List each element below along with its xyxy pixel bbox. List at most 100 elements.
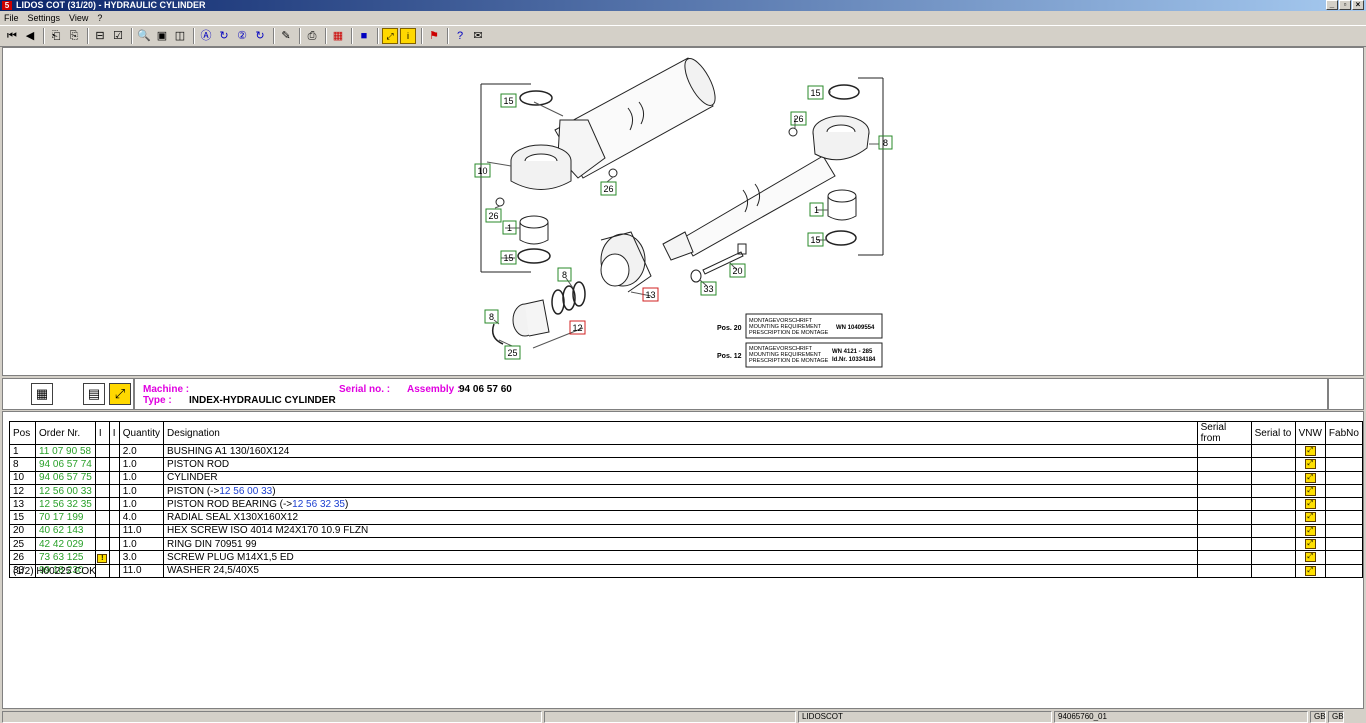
menu-file[interactable]: File [4, 13, 19, 23]
cell-order[interactable]: 73 63 125 [34, 550, 96, 565]
table-row[interactable]: 12 12 56 00 33 1.0 PISTON (->12 56 00 33… [9, 483, 1364, 499]
cell-vnw[interactable]: ⤢ [1294, 497, 1326, 512]
cell-serial-from [1196, 443, 1252, 459]
cell-vnw[interactable]: ⤢ [1294, 510, 1326, 525]
menu-help[interactable]: ? [97, 13, 102, 23]
edit-icon[interactable]: ✎ [278, 28, 294, 44]
vnw-link-icon[interactable]: ⤢ [1304, 512, 1316, 523]
help-icon[interactable]: ? [452, 28, 468, 44]
basket-icon[interactable]: ⊟ [92, 28, 108, 44]
search-2-icon[interactable]: ② [234, 28, 250, 44]
menu-settings[interactable]: Settings [28, 13, 61, 23]
table-row[interactable]: 26 73 63 125 ! 3.0 SCREW PLUG M14X1,5 ED… [9, 550, 1364, 565]
cell-note[interactable]: ! [94, 550, 110, 565]
search-next-icon[interactable]: ↻ [216, 28, 232, 44]
grid-icon[interactable]: ▦ [330, 28, 346, 44]
assembly-info-bar: ▦ ▤ ⤢ Machine : Type : INDEX-HYDRAULIC C… [2, 378, 1364, 410]
cell-designation: HEX SCREW ISO 4014 M24X170 10.9 FLZN [163, 523, 1198, 539]
table-row[interactable]: 13 12 56 32 35 1.0 PISTON ROD BEARING (-… [9, 497, 1364, 512]
cell-pos: 26 [9, 550, 36, 565]
cell-order[interactable]: 11 07 90 58 [34, 443, 96, 459]
cell-order[interactable]: 42 42 029 [34, 537, 96, 552]
cell-pos: 12 [9, 483, 36, 499]
cross-reference-link[interactable]: 12 56 32 35 [292, 499, 345, 510]
table-row[interactable]: 25 42 42 029 1.0 RING DIN 70951 99 ⤢ [9, 537, 1364, 552]
table-row[interactable]: 1 11 07 90 58 2.0 BUSHING A1 130/160X124… [9, 443, 1364, 459]
minimize-button[interactable]: _ [1326, 0, 1338, 10]
cell-serial-from [1196, 483, 1252, 499]
col-order-nr[interactable]: Order Nr. [34, 421, 96, 445]
cell-vnw[interactable]: ⤢ [1294, 443, 1326, 459]
exploded-drawing[interactable]: 15 10 26 26 1 15 8 8 25 33 20 15 26 8 1 … [2, 47, 1364, 376]
parts-list-icon[interactable]: ▤ [83, 383, 105, 405]
col-quantity[interactable]: Quantity [118, 421, 165, 445]
first-page-icon[interactable]: ⏮ [4, 28, 20, 44]
cell-order[interactable]: 94 06 57 74 [34, 457, 96, 472]
col-serial-from[interactable]: Serial from [1196, 421, 1252, 445]
cell-vnw[interactable]: ⤢ [1294, 523, 1326, 539]
table-row[interactable]: 20 40 62 143 11.0 HEX SCREW ISO 4014 M24… [9, 523, 1364, 539]
vnw-link-icon[interactable]: ⤢ [1304, 552, 1316, 563]
menu-view[interactable]: View [69, 13, 88, 23]
col-fabno[interactable]: FabNo [1324, 421, 1364, 445]
vnw-link-icon[interactable]: ⤢ [1304, 459, 1316, 470]
search-a-icon[interactable]: Ⓐ [198, 28, 214, 44]
back-icon[interactable]: ⎗ [48, 28, 64, 44]
print-icon[interactable]: ⎙ [304, 28, 320, 44]
vnw-link-icon[interactable]: ⤢ [1304, 446, 1316, 456]
fit-width-icon[interactable]: ◫ [172, 28, 188, 44]
previous-page-icon[interactable]: ◀ [22, 28, 38, 44]
cell-vnw[interactable]: ⤢ [1294, 537, 1326, 552]
cell-order[interactable]: 94 06 57 75 [34, 470, 96, 485]
toolbar: ⏮ ◀ ⎗ ⎘ ⊟ ☑ 🔍 ▣ ◫ Ⓐ ↻ ② ↻ ✎ ⎙ ▦ ■ ⤢ i ⚑ … [0, 25, 1366, 47]
cell-designation: PISTON ROD BEARING (->12 56 32 35) [163, 497, 1198, 512]
col-vnw[interactable]: VNW [1294, 421, 1326, 445]
col-serial-to[interactable]: Serial to [1250, 421, 1296, 445]
vnw-link-icon[interactable]: ⤢ [1304, 499, 1316, 510]
cell-vnw[interactable]: ⤢ [1294, 470, 1326, 485]
vnw-link-icon[interactable]: ⤢ [1304, 565, 1316, 576]
cell-order[interactable]: 12 56 32 35 [34, 497, 96, 512]
cell-designation: BUSHING A1 130/160X124 [163, 443, 1198, 459]
fit-page-icon[interactable]: ▣ [154, 28, 170, 44]
restore-button[interactable]: ▫ [1339, 0, 1351, 10]
info-icon[interactable]: i [400, 28, 416, 44]
vnw-link-icon[interactable]: ⤢ [1304, 525, 1316, 536]
cell-vnw[interactable]: ⤢ [1294, 563, 1326, 578]
table-row[interactable]: 15 70 17 199 4.0 RADIAL SEAL X130X160X12… [9, 510, 1364, 525]
col-pos[interactable]: Pos [9, 421, 36, 445]
flag-icon[interactable]: ⚑ [426, 28, 442, 44]
close-button[interactable]: × [1352, 0, 1364, 10]
vnw-link-icon[interactable]: ⤢ [1304, 472, 1316, 483]
forward-icon[interactable]: ⎘ [66, 28, 82, 44]
cell-order[interactable]: 40 62 143 [34, 523, 96, 539]
mail-icon[interactable]: ✉ [470, 28, 486, 44]
cell-order[interactable]: 70 17 199 [34, 510, 96, 525]
link-assembly-icon[interactable]: ⤢ [109, 383, 131, 405]
zoom-icon[interactable]: 🔍 [136, 28, 152, 44]
overview-grid-icon[interactable]: ▦ [31, 383, 53, 405]
cell-qty: 2.0 [118, 443, 165, 459]
cell-note [94, 457, 110, 472]
col-info-2[interactable]: I [108, 421, 120, 445]
table-row[interactable]: 8 94 06 57 74 1.0 PISTON ROD ⤢ [9, 457, 1364, 472]
col-info-1[interactable]: I [94, 421, 110, 445]
table-row[interactable]: 10 94 06 57 75 1.0 CYLINDER ⤢ [9, 470, 1364, 485]
blue-square-icon[interactable]: ■ [356, 28, 372, 44]
col-designation[interactable]: Designation [163, 421, 1198, 445]
cell-order[interactable]: 12 56 00 33 [34, 483, 96, 499]
table-row[interactable]: 33 99 18 230 11.0 WASHER 24,5/40X5 ⤢ [9, 563, 1364, 578]
toolbar-separator [43, 28, 45, 44]
cell-note [94, 523, 110, 539]
cell-vnw[interactable]: ⤢ [1294, 550, 1326, 565]
cell-vnw[interactable]: ⤢ [1294, 457, 1326, 472]
cross-reference-link[interactable]: 12 56 00 33 [219, 486, 272, 497]
window-controls: _ ▫ × [1326, 0, 1364, 10]
cell-vnw[interactable]: ⤢ [1294, 483, 1326, 499]
vnw-link-icon[interactable]: ⤢ [1304, 485, 1316, 496]
link-icon[interactable]: ⤢ [382, 28, 398, 44]
note-icon[interactable]: ! [97, 554, 108, 564]
search-2-next-icon[interactable]: ↻ [252, 28, 268, 44]
order-list-icon[interactable]: ☑ [110, 28, 126, 44]
vnw-link-icon[interactable]: ⤢ [1304, 539, 1316, 550]
